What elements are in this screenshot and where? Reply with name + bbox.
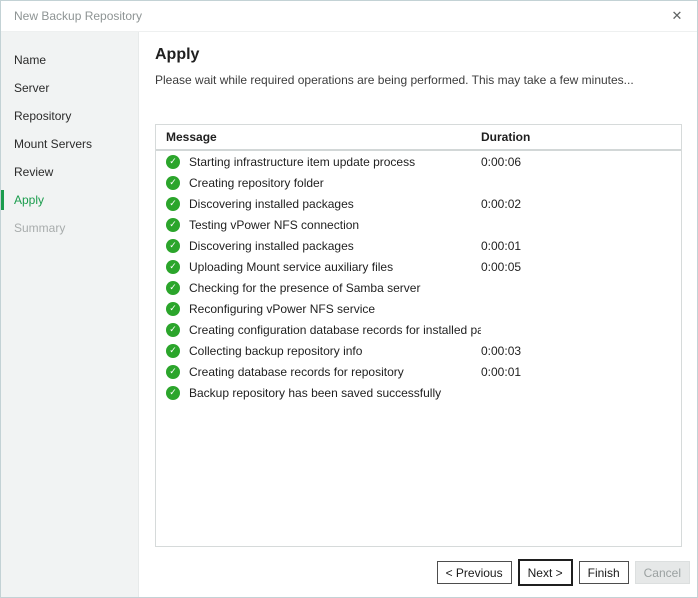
- close-button[interactable]: ✕: [657, 1, 697, 31]
- current-step-indicator: [1, 190, 4, 210]
- sidebar-item-mount-servers[interactable]: Mount Servers: [1, 130, 138, 158]
- operations-list: Message Duration ✓ Starting infrastructur…: [155, 124, 682, 547]
- success-check-icon: ✓: [166, 302, 180, 316]
- sidebar-item-apply[interactable]: Apply: [1, 186, 138, 214]
- row-message: Testing vPower NFS connection: [189, 218, 481, 232]
- row-duration: 0:00:01: [481, 239, 681, 253]
- sidebar-item-label: Mount Servers: [14, 137, 92, 151]
- success-check-icon: ✓: [166, 281, 180, 295]
- table-row[interactable]: ✓ Starting infrastructure item update pro…: [156, 151, 681, 172]
- table-row[interactable]: ✓ Creating repository folder: [156, 172, 681, 193]
- row-message: Discovering installed packages: [189, 239, 481, 253]
- success-check-icon: ✓: [166, 239, 180, 253]
- previous-button[interactable]: < Previous: [437, 561, 512, 584]
- success-check-icon: ✓: [166, 386, 180, 400]
- table-row[interactable]: ✓ Discovering installed packages0:00:02: [156, 193, 681, 214]
- column-header-duration: Duration: [481, 130, 681, 144]
- table-row[interactable]: ✓ Creating database records for repositor…: [156, 361, 681, 382]
- table-row[interactable]: ✓ Uploading Mount service auxiliary files…: [156, 256, 681, 277]
- table-row[interactable]: ✓ Backup repository has been saved succes…: [156, 382, 681, 403]
- row-message: Checking for the presence of Samba serve…: [189, 281, 481, 295]
- row-duration: 0:00:03: [481, 344, 681, 358]
- row-message: Backup repository has been saved success…: [189, 386, 481, 400]
- step-content: Apply Please wait while required operati…: [139, 32, 697, 597]
- table-row[interactable]: ✓ Discovering installed packages0:00:01: [156, 235, 681, 256]
- wizard-buttons: < Previous Next > Finish Cancel: [437, 559, 690, 586]
- success-check-icon: ✓: [166, 260, 180, 274]
- sidebar-item-name[interactable]: Name: [1, 46, 138, 74]
- success-check-icon: ✓: [166, 176, 180, 190]
- column-header-message: Message: [166, 130, 481, 144]
- row-duration: 0:00:01: [481, 365, 681, 379]
- row-duration: 0:00:06: [481, 155, 681, 169]
- row-message: Creating repository folder: [189, 176, 481, 190]
- sidebar-item-label: Server: [14, 81, 49, 95]
- table-rows: ✓ Starting infrastructure item update pro…: [156, 151, 681, 403]
- finish-button[interactable]: Finish: [579, 561, 629, 584]
- sidebar-item-label: Repository: [14, 109, 71, 123]
- table-row[interactable]: ✓ Testing vPower NFS connection: [156, 214, 681, 235]
- row-duration: 0:00:05: [481, 260, 681, 274]
- title-bar: New Backup Repository ✕: [1, 1, 697, 32]
- row-message: Starting infrastructure item update proc…: [189, 155, 481, 169]
- window-title: New Backup Repository: [14, 9, 142, 23]
- cancel-button[interactable]: Cancel: [635, 561, 690, 584]
- sidebar-item-repository[interactable]: Repository: [1, 102, 138, 130]
- new-backup-repository-wizard: New Backup Repository ✕ Name Server Reposi…: [0, 0, 698, 598]
- row-duration: 0:00:02: [481, 197, 681, 211]
- sidebar-item-server[interactable]: Server: [1, 74, 138, 102]
- wizard-steps-sidebar: Name Server Repository Mount Servers Review A…: [1, 32, 139, 597]
- table-row[interactable]: ✓ Reconfiguring vPower NFS service: [156, 298, 681, 319]
- success-check-icon: ✓: [166, 344, 180, 358]
- table-row[interactable]: ✓ Creating configuration database records…: [156, 319, 681, 340]
- success-check-icon: ✓: [166, 155, 180, 169]
- sidebar-item-label: Summary: [14, 221, 65, 235]
- table-header: Message Duration: [156, 125, 681, 151]
- row-message: Discovering installed packages: [189, 197, 481, 211]
- row-message: Reconfiguring vPower NFS service: [189, 302, 481, 316]
- sidebar-item-label: Name: [14, 53, 46, 67]
- next-button[interactable]: Next >: [518, 559, 573, 586]
- sidebar-item-review[interactable]: Review: [1, 158, 138, 186]
- row-message: Collecting backup repository info: [189, 344, 481, 358]
- success-check-icon: ✓: [166, 218, 180, 232]
- row-message: Uploading Mount service auxiliary files: [189, 260, 481, 274]
- table-row[interactable]: ✓ Checking for the presence of Samba serv…: [156, 277, 681, 298]
- table-row[interactable]: ✓ Collecting backup repository info0:00:0…: [156, 340, 681, 361]
- sidebar-item-label: Review: [14, 165, 53, 179]
- success-check-icon: ✓: [166, 323, 180, 337]
- success-check-icon: ✓: [166, 197, 180, 211]
- sidebar-item-summary[interactable]: Summary: [1, 214, 138, 242]
- sidebar-item-label: Apply: [14, 193, 44, 207]
- page-subtitle: Please wait while required operations ar…: [155, 73, 682, 87]
- row-message: Creating configuration database records …: [189, 323, 481, 337]
- window-body: Name Server Repository Mount Servers Review A…: [1, 32, 697, 597]
- success-check-icon: ✓: [166, 365, 180, 379]
- close-icon: ✕: [672, 8, 683, 24]
- page-title: Apply: [155, 46, 682, 64]
- row-message: Creating database records for repository: [189, 365, 481, 379]
